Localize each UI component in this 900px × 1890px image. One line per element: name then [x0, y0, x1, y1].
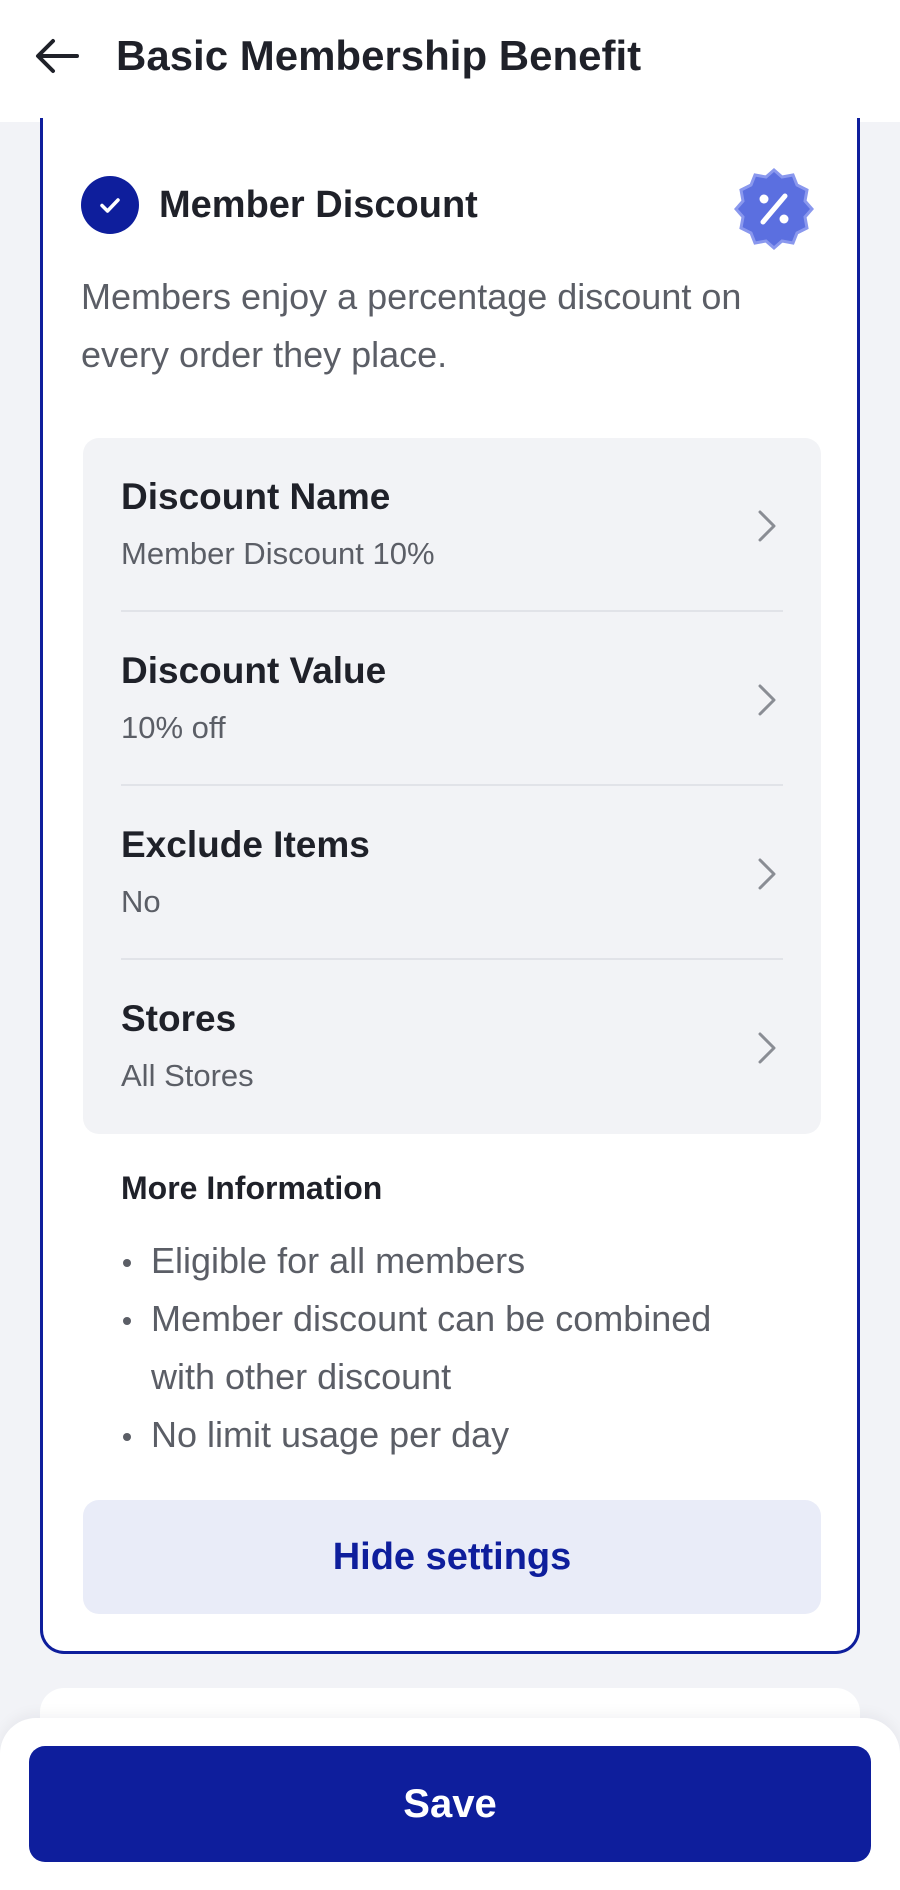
setting-value: No	[121, 884, 161, 919]
chevron-right-icon	[758, 858, 776, 890]
more-information-list: Eligible for all members Member discount…	[121, 1232, 781, 1464]
more-information-title: More Information	[121, 1170, 383, 1206]
back-button[interactable]	[28, 28, 86, 84]
setting-row-discount-name[interactable]: Discount Name Member Discount 10%	[121, 438, 783, 612]
hide-settings-button[interactable]: Hide settings	[83, 1500, 821, 1614]
list-item: Eligible for all members	[121, 1232, 781, 1290]
list-item: Member discount can be combined with oth…	[121, 1290, 781, 1406]
setting-row-discount-value[interactable]: Discount Value 10% off	[121, 612, 783, 786]
setting-label: Stores	[121, 998, 237, 1039]
footer-bar: Save	[0, 1718, 900, 1890]
setting-value: 10% off	[121, 710, 226, 745]
page-title: Basic Membership Benefit	[116, 32, 642, 79]
benefit-checkbox[interactable]	[81, 176, 139, 234]
arrow-left-icon	[36, 39, 79, 73]
discount-badge-icon	[734, 168, 814, 250]
setting-value: Member Discount 10%	[121, 536, 435, 571]
check-icon	[100, 198, 120, 213]
setting-label: Exclude Items	[121, 824, 370, 865]
benefit-title: Member Discount	[159, 183, 478, 226]
benefit-description: Members enjoy a percentage discount on e…	[81, 276, 742, 375]
list-item: No limit usage per day	[121, 1406, 781, 1464]
chevron-right-icon	[758, 510, 776, 542]
chevron-right-icon	[758, 1032, 776, 1064]
setting-label: Discount Name	[121, 476, 391, 517]
setting-value: All Stores	[121, 1058, 254, 1093]
setting-row-exclude-items[interactable]: Exclude Items No	[121, 786, 783, 960]
app-header: Basic Membership Benefit	[0, 0, 900, 122]
setting-row-stores[interactable]: Stores All Stores	[121, 960, 783, 1134]
save-button[interactable]: Save	[29, 1746, 871, 1862]
setting-label: Discount Value	[121, 650, 387, 691]
benefit-card: Member Discount Members enjoy a percenta…	[40, 118, 860, 1654]
benefit-card-header: Member Discount	[81, 176, 478, 234]
chevron-right-icon	[758, 684, 776, 716]
settings-list: Discount Name Member Discount 10% Discou…	[83, 438, 821, 1134]
